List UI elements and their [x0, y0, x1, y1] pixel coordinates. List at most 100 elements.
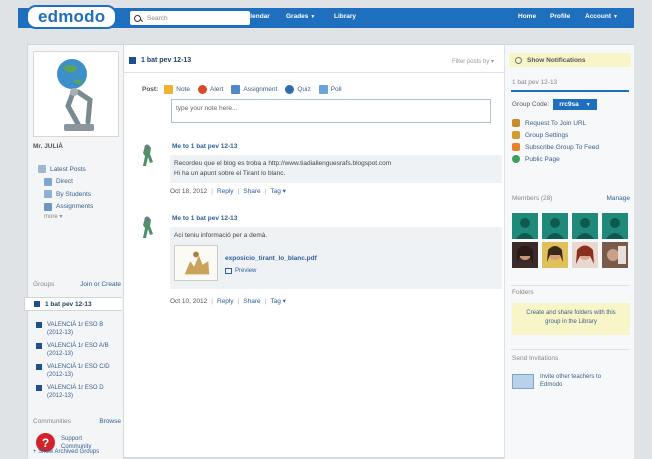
post-type-alert[interactable]: Alert — [197, 85, 223, 94]
group-label: VALENCIÀ 1r ESO D (2012-13) — [47, 385, 104, 399]
subscribe-feed-link[interactable]: Subscribe Group To Feed — [512, 141, 599, 153]
request-join-url-link[interactable]: Request To Join URL — [512, 117, 599, 129]
more-label: more — [44, 214, 58, 220]
group-icon — [36, 343, 42, 349]
note-icon — [164, 85, 174, 94]
group-icon — [36, 364, 42, 370]
sidebar-item-label: By Students — [56, 190, 92, 198]
page-title-wrap: 1 bat pev 12-13 — [129, 57, 191, 64]
group-code-dropdown[interactable]: rrc9sa ▼ — [553, 99, 597, 110]
create-folders-link[interactable]: Create and share folders with this group… — [512, 303, 630, 335]
group-title: 1 bat pev 12-13 — [512, 79, 558, 86]
active-group-item[interactable]: 1 bat pev 12-13 — [24, 297, 122, 311]
member-avatar[interactable] — [602, 213, 628, 239]
post-body: Recordeu que el blog es troba a http://w… — [170, 155, 502, 183]
rss-icon — [512, 143, 520, 151]
post-author[interactable]: Me to 1 bat pev 12-13 — [172, 143, 237, 150]
share-link[interactable]: Share — [243, 188, 260, 195]
post-meta: Oct 18, 2012 | Reply | Share | Tag ▾ — [170, 187, 286, 195]
member-avatar[interactable] — [512, 213, 538, 239]
post-type-label: Assignment — [243, 86, 278, 93]
group-code-row: Group Code: rrc9sa ▼ — [512, 99, 597, 110]
reply-link[interactable]: Reply — [217, 188, 234, 195]
send-invitations-header: Send Invitations — [512, 355, 559, 362]
show-archived-groups-link[interactable]: + Show Archived Groups — [33, 449, 99, 455]
group-settings-link[interactable]: Group Settings — [512, 129, 599, 141]
post-date: Oct 10, 2012 — [170, 298, 208, 305]
main-stream: 1 bat pev 12-13 Filter posts by ▾ Post: … — [124, 45, 504, 459]
students-icon — [44, 190, 52, 199]
communities-label: Communities — [33, 418, 71, 425]
direct-icon — [44, 177, 52, 186]
divider — [511, 349, 629, 350]
edmodo-logo[interactable]: edmodo — [26, 5, 118, 29]
nav-home[interactable]: Home — [518, 13, 536, 20]
join-create-link[interactable]: Join or Create — [80, 281, 121, 288]
chevron-down-icon: ▼ — [585, 101, 591, 108]
reply-link[interactable]: Reply — [217, 298, 234, 305]
nav-profile[interactable]: Profile — [550, 13, 570, 20]
share-link[interactable]: Share — [243, 298, 260, 305]
action-label: Public Page — [525, 155, 560, 163]
post-type-poll[interactable]: Poll — [318, 85, 342, 94]
member-avatar[interactable] — [542, 242, 568, 268]
poll-icon — [318, 85, 328, 94]
group-item[interactable]: VALENCIÀ 1r ESO D (2012-13) — [36, 384, 120, 400]
wrench-icon — [512, 131, 520, 139]
main-frame: Mr. JULIÀ Latest Posts Direct By Student… — [24, 44, 634, 459]
show-notifications-button[interactable]: Show Notifications — [509, 53, 631, 67]
chevron-down-icon: ▼ — [310, 14, 316, 20]
post-type-assignment[interactable]: Assignment — [231, 85, 277, 94]
tag-link[interactable]: Tag ▾ — [270, 298, 286, 305]
nav-account[interactable]: Account ▼ — [585, 13, 618, 20]
manage-link[interactable]: Manage — [607, 195, 631, 202]
members-label: Members (28) — [512, 195, 553, 202]
teacher-avatar-icon — [143, 144, 153, 166]
tag-link[interactable]: Tag ▾ — [270, 188, 286, 195]
nav-calendar[interactable]: Calendar — [242, 13, 270, 20]
preview-label: Preview — [235, 268, 257, 274]
post-author[interactable]: Me to 1 bat pev 12-13 — [172, 215, 237, 222]
member-avatar[interactable] — [512, 242, 538, 268]
group-actions: Request To Join URL Group Settings Subsc… — [512, 117, 599, 165]
attachment-thumbnail[interactable] — [174, 245, 218, 281]
post-type-quiz[interactable]: Quiz — [285, 85, 311, 94]
group-icon — [36, 322, 42, 328]
note-composer-input[interactable]: type your note here... — [171, 99, 491, 123]
search-input[interactable]: Search — [130, 11, 250, 25]
groups-label: Groups — [33, 281, 55, 288]
member-avatar[interactable] — [602, 242, 628, 268]
nav-grades[interactable]: Grades ▼ — [286, 13, 315, 20]
group-code-value: rrc9sa — [559, 101, 579, 108]
members-header: Members (28) Manage — [512, 195, 630, 202]
member-avatar[interactable] — [572, 213, 598, 239]
preview-link[interactable]: Preview — [225, 266, 317, 276]
nav-library[interactable]: Library — [334, 13, 356, 20]
group-icon — [129, 57, 136, 64]
invite-teachers-link[interactable]: Invite other teachers to Edmodo — [512, 373, 616, 389]
public-page-link[interactable]: Public Page — [512, 153, 599, 165]
chevron-down-icon: ▼ — [613, 14, 618, 20]
group-icon — [36, 385, 42, 391]
member-avatar[interactable] — [542, 213, 568, 239]
group-item[interactable]: VALENCIÀ 1r ESO B (2012-13) — [36, 321, 120, 337]
group-item[interactable]: VALENCIÀ 1r ESO A/B (2012-13) — [36, 342, 120, 358]
more-link[interactable]: more ▾ — [38, 213, 93, 223]
user-name: Mr. JULIÀ — [33, 143, 63, 150]
sidebar-item-by-students[interactable]: By Students — [38, 188, 93, 201]
sidebar-item-assignments[interactable]: Assignments — [38, 201, 93, 214]
group-label: VALENCIÀ 1r ESO B (2012-13) — [47, 322, 104, 336]
filter-posts-dropdown[interactable]: Filter posts by ▾ — [452, 58, 494, 65]
sidebar-item-latest-posts[interactable]: Latest Posts — [38, 163, 93, 176]
top-nav-bar: edmodo Search Calendar Grades ▼ Library H… — [18, 5, 634, 29]
browse-link[interactable]: Browse — [99, 418, 121, 425]
user-avatar[interactable] — [33, 51, 119, 137]
sidebar-item-direct[interactable]: Direct — [38, 176, 93, 189]
group-list: VALENCIÀ 1r ESO B (2012-13) VALENCIÀ 1r … — [36, 321, 120, 405]
globe-robot-image — [34, 52, 118, 136]
group-item[interactable]: VALENCIÀ 1r ESO C/D (2012-13) — [36, 363, 120, 379]
member-avatar[interactable] — [572, 242, 598, 268]
post-meta: Oct 10, 2012 | Reply | Share | Tag ▾ — [170, 297, 286, 305]
attachment-filename[interactable]: exposicio_tirant_lo_blanc.pdf — [225, 254, 317, 264]
post-type-note[interactable]: Note — [164, 85, 190, 94]
